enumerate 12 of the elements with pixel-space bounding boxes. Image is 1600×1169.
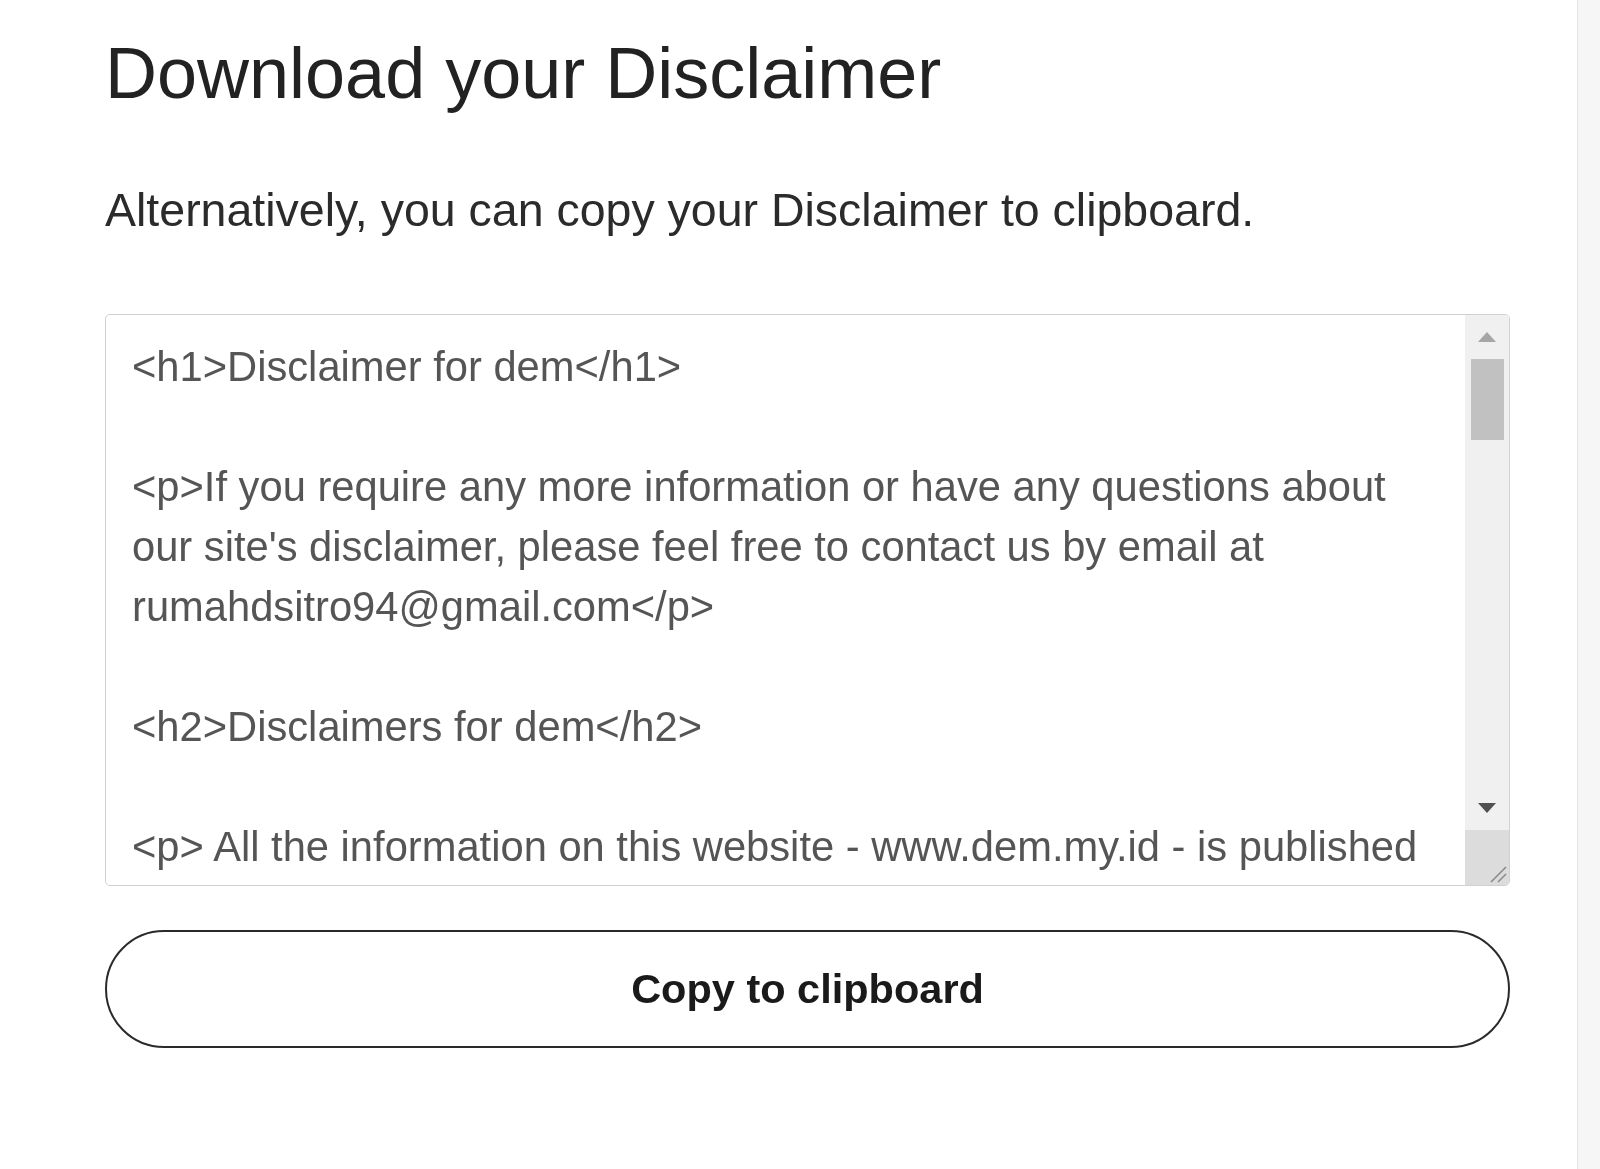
code-text: <p> All the information on this website - www.dem.my.id - is published <box>132 822 1419 872</box>
code-text: <h2>Disclaimers for dem</h2> <box>132 702 703 752</box>
scroll-down-arrow-icon[interactable] <box>1478 803 1496 813</box>
code-text: <p>If you require any more information or have any questions about our site's disclaimer, please feel free to contact us by email at rumahdsitro94@gmail.com</p> <box>132 462 1387 632</box>
scrollbar-thumb[interactable] <box>1470 359 1504 440</box>
intro-text: Alternatively, you can copy your Disclaimer to clipboard. <box>105 183 1255 238</box>
code-textarea[interactable] <box>105 314 1510 886</box>
scroll-up-arrow-icon[interactable] <box>1478 332 1496 342</box>
page-heading: Download your Disclaimer <box>105 32 942 115</box>
resize-grip-icon[interactable] <box>1465 830 1509 885</box>
copy-to-clipboard-button[interactable]: Copy to clipboard <box>105 930 1510 1048</box>
code-text: <h1>Disclaimer for dem</h1> <box>132 342 683 392</box>
